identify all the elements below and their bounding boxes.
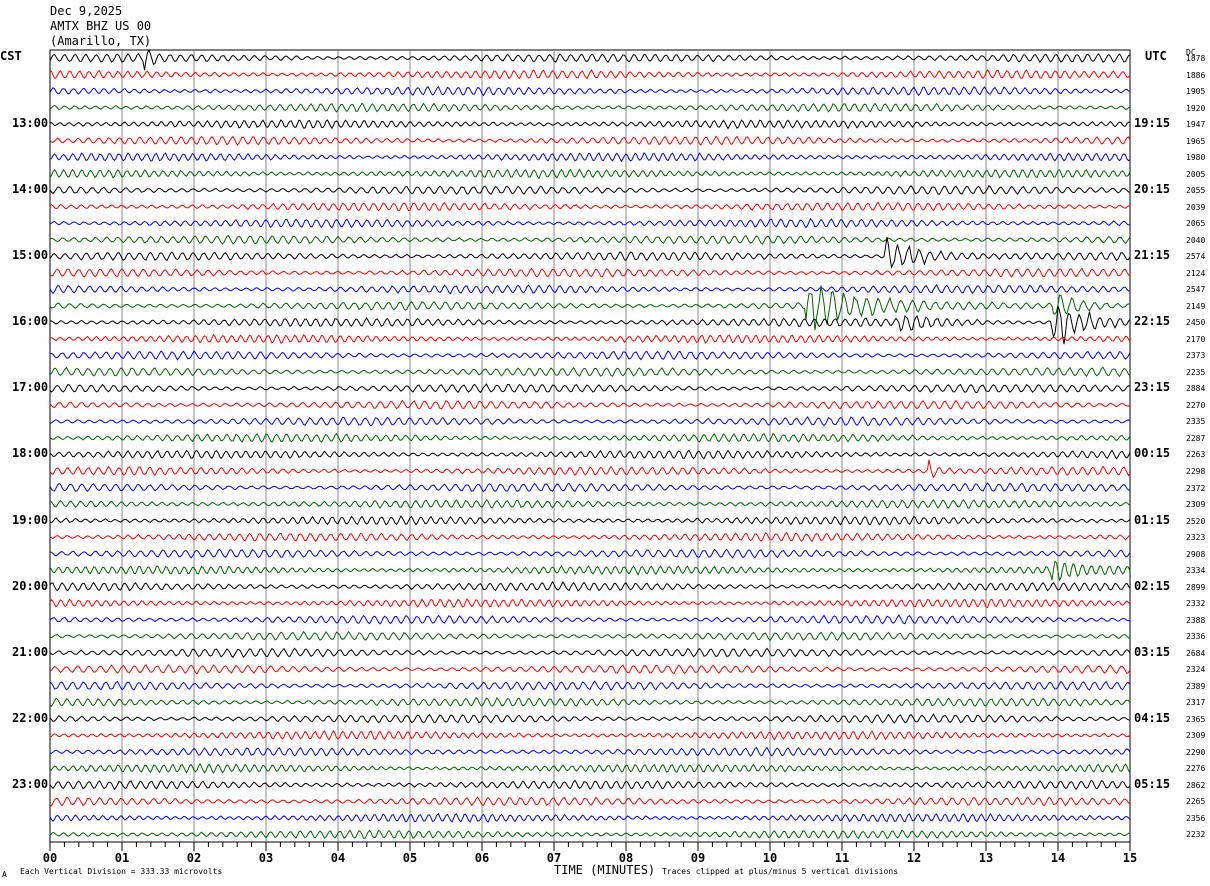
trace-line (49, 432, 1131, 443)
trace-line (49, 560, 1131, 582)
trace-line (49, 663, 1131, 675)
trace-line (49, 217, 1131, 229)
trace-line (50, 350, 1131, 361)
x-tick-label: 06 (475, 851, 489, 865)
trace-line (49, 696, 1131, 707)
trace-line (49, 283, 1131, 295)
x-tick-label: 01 (115, 851, 129, 865)
trace-line (49, 746, 1131, 757)
trace-line (49, 713, 1131, 724)
trace-line (49, 399, 1131, 410)
trace-line (49, 498, 1131, 509)
trace-line (49, 135, 1131, 146)
trace-line (49, 796, 1131, 807)
trace-line (49, 580, 1131, 592)
trace-line (49, 449, 1131, 460)
corner-mark: A (2, 870, 7, 879)
x-tick-label: 13 (979, 851, 993, 865)
trace-line (49, 829, 1131, 840)
x-tick-label: 02 (187, 851, 201, 865)
trace-line (49, 598, 1131, 609)
trace-line (49, 119, 1131, 130)
trace-line (49, 85, 1131, 97)
trace-line (49, 152, 1131, 163)
plot-frame (49, 49, 1131, 843)
x-tick-label: 04 (331, 851, 345, 865)
x-tick-label: 15 (1123, 851, 1137, 865)
x-tick-label: 11 (835, 851, 849, 865)
trace-line (49, 201, 1131, 212)
x-axis-label: TIME (MINUTES) (554, 863, 656, 877)
trace-line (49, 234, 1131, 245)
trace-line (49, 416, 1131, 427)
x-tick-label: 12 (907, 851, 921, 865)
trace-line (49, 285, 1131, 331)
trace-line (49, 515, 1131, 526)
trace-line (49, 69, 1131, 80)
trace-line (49, 482, 1131, 493)
x-tick-label: 14 (1051, 851, 1065, 865)
trace-line (49, 779, 1131, 791)
trace-line (49, 630, 1131, 642)
trace-line (49, 614, 1131, 625)
trace-line (49, 762, 1131, 774)
x-tick-label: 09 (691, 851, 705, 865)
trace-line (49, 366, 1131, 378)
trace-line (49, 729, 1131, 741)
helicorder: Dec 9,2025 AMTX BHZ US 00 (Amarillo, TX)… (0, 0, 1210, 886)
trace-line (49, 383, 1131, 394)
seismogram-plot: 00 01 02 03 04 05 06 07 08 09 10 11 12 13 14 15 (43, 48, 1137, 865)
clip-note: Traces clipped at plus/minus 5 vertical … (662, 867, 899, 876)
x-tick-label: 05 (403, 851, 417, 865)
trace-line (49, 548, 1131, 559)
trace-line (49, 237, 1131, 269)
trace-line (49, 647, 1131, 659)
x-tick-label: 00 (43, 851, 57, 865)
trace-line (49, 459, 1131, 479)
x-tick-label: 10 (763, 851, 777, 865)
trace-line (49, 102, 1131, 113)
x-tick-label: 03 (259, 851, 273, 865)
scale-note: Each Vertical Division = 333.33 microvol… (20, 867, 223, 876)
trace-line (49, 531, 1131, 543)
trace-line (49, 184, 1131, 195)
trace-line (49, 680, 1131, 691)
trace-line (49, 48, 1131, 70)
trace-line (49, 168, 1131, 180)
trace-line (49, 333, 1131, 345)
trace-line (49, 267, 1131, 278)
trace-line (49, 812, 1131, 823)
